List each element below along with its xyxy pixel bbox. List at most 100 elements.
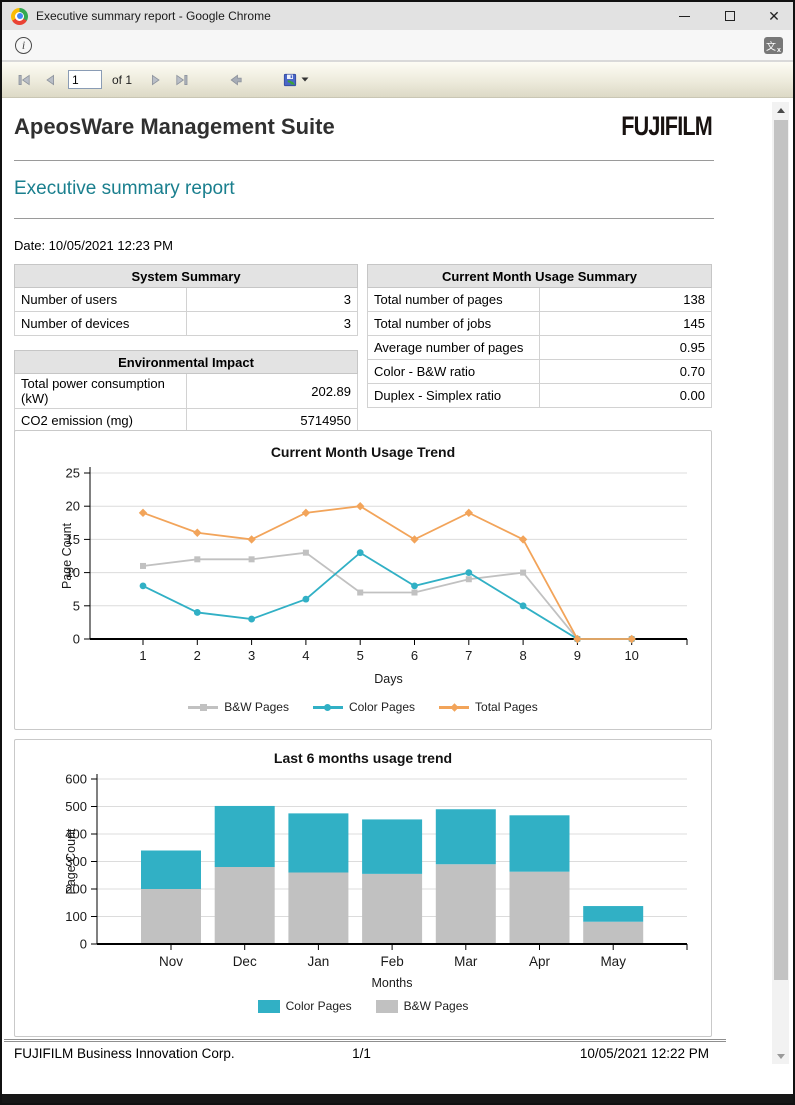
legend-item: B&W Pages bbox=[376, 999, 469, 1013]
row-label: Total number of jobs bbox=[368, 312, 540, 336]
window-bottom-border bbox=[2, 1094, 793, 1103]
svg-text:10: 10 bbox=[624, 648, 638, 663]
vertical-scrollbar[interactable] bbox=[772, 102, 789, 1064]
report-title: Executive summary report bbox=[14, 178, 235, 200]
row-label: Total number of pages bbox=[368, 288, 540, 312]
svg-text:Feb: Feb bbox=[380, 954, 403, 969]
page-info-icon[interactable]: i bbox=[15, 37, 32, 54]
svg-text:5: 5 bbox=[73, 598, 80, 613]
line-chart-title: Current Month Usage Trend bbox=[15, 444, 711, 463]
row-value: 0.70 bbox=[540, 360, 712, 384]
legend-circle-marker-icon bbox=[313, 703, 343, 712]
legend-item: Total Pages bbox=[439, 700, 538, 714]
title-bar: Executive summary report - Google Chrome… bbox=[2, 2, 793, 30]
row-label: Number of devices bbox=[15, 312, 187, 336]
table-row: CO2 emission (mg)5714950 bbox=[15, 409, 358, 433]
svg-text:25: 25 bbox=[66, 466, 80, 481]
row-value: 145 bbox=[540, 312, 712, 336]
chrome-icon bbox=[11, 8, 28, 25]
svg-text:100: 100 bbox=[65, 909, 87, 924]
svg-text:Apr: Apr bbox=[529, 954, 551, 969]
window-title: Executive summary report - Google Chrome bbox=[36, 9, 271, 23]
legend-label: B&W Pages bbox=[224, 700, 289, 714]
fujifilm-logo: FUJIFILM bbox=[576, 111, 712, 142]
legend-item: Color Pages bbox=[313, 700, 415, 714]
svg-text:5: 5 bbox=[357, 648, 364, 663]
svg-text:9: 9 bbox=[574, 648, 581, 663]
minimize-icon bbox=[679, 16, 690, 17]
table-row: Total power consumption (kW)202.89 bbox=[15, 374, 358, 409]
svg-text:Mar: Mar bbox=[454, 954, 478, 969]
export-button[interactable] bbox=[282, 72, 309, 88]
svg-text:7: 7 bbox=[465, 648, 472, 663]
legend-swatch-icon bbox=[258, 1000, 280, 1013]
svg-text:500: 500 bbox=[65, 799, 87, 814]
close-icon: ✕ bbox=[768, 9, 780, 23]
next-page-button[interactable] bbox=[148, 72, 164, 88]
info-bar: i 文x bbox=[2, 30, 793, 62]
svg-text:May: May bbox=[600, 954, 626, 969]
table-row: Total number of pages138 bbox=[368, 288, 712, 312]
svg-text:Page Count: Page Count bbox=[60, 522, 74, 589]
svg-text:Dec: Dec bbox=[233, 954, 257, 969]
app-title: ApeosWare Management Suite bbox=[14, 114, 335, 140]
table-row: Color - B&W ratio0.70 bbox=[368, 360, 712, 384]
svg-text:Months: Months bbox=[372, 976, 413, 990]
report-date: Date: 10/05/2021 12:23 PM bbox=[14, 238, 173, 253]
back-to-parent-button[interactable] bbox=[228, 72, 244, 88]
minimize-button[interactable] bbox=[667, 2, 701, 30]
row-label: Average number of pages bbox=[368, 336, 540, 360]
last-page-button[interactable] bbox=[174, 72, 190, 88]
svg-text:3: 3 bbox=[248, 648, 255, 663]
legend-label: Total Pages bbox=[475, 700, 538, 714]
divider bbox=[14, 218, 714, 219]
svg-text:Jan: Jan bbox=[308, 954, 330, 969]
row-value: 3 bbox=[186, 288, 358, 312]
page-footer: FUJIFILM Business Innovation Corp. 1/1 1… bbox=[14, 1046, 709, 1061]
footer-timestamp: 10/05/2021 12:22 PM bbox=[477, 1046, 709, 1061]
translate-icon[interactable]: 文x bbox=[764, 37, 783, 54]
row-value: 0.00 bbox=[540, 384, 712, 408]
svg-text:0: 0 bbox=[80, 937, 87, 952]
svg-text:6: 6 bbox=[411, 648, 418, 663]
legend-swatch-icon bbox=[376, 1000, 398, 1013]
row-value: 3 bbox=[186, 312, 358, 336]
svg-text:0: 0 bbox=[73, 632, 80, 647]
svg-text:Page Count: Page Count bbox=[64, 828, 78, 895]
previous-page-button[interactable] bbox=[42, 72, 58, 88]
row-value: 0.95 bbox=[540, 336, 712, 360]
legend-square-marker-icon bbox=[188, 703, 218, 712]
current-month-usage-table: Current Month Usage SummaryTotal number … bbox=[367, 264, 712, 408]
table-title: Current Month Usage Summary bbox=[368, 265, 712, 288]
svg-text:Nov: Nov bbox=[159, 954, 183, 969]
close-button[interactable]: ✕ bbox=[757, 2, 791, 30]
svg-text:20: 20 bbox=[66, 499, 80, 514]
maximize-button[interactable] bbox=[713, 2, 747, 30]
svg-text:8: 8 bbox=[519, 648, 526, 663]
scrollbar-thumb[interactable] bbox=[774, 120, 788, 980]
scroll-up-button[interactable] bbox=[772, 102, 789, 118]
row-value: 5714950 bbox=[186, 409, 358, 433]
scroll-up-icon bbox=[777, 108, 785, 113]
row-value: 138 bbox=[540, 288, 712, 312]
row-label: Color - B&W ratio bbox=[368, 360, 540, 384]
row-value: 202.89 bbox=[186, 374, 358, 409]
table-row: Number of users3 bbox=[15, 288, 358, 312]
legend-label: Color Pages bbox=[286, 999, 352, 1013]
table-title: Environmental Impact bbox=[15, 351, 358, 374]
report-toolbar: of 1 bbox=[2, 62, 793, 98]
maximize-icon bbox=[725, 11, 735, 21]
scroll-down-button[interactable] bbox=[772, 1048, 789, 1064]
line-chart-legend: B&W Pages Color Pages Total Pages bbox=[15, 700, 711, 714]
page-number-input[interactable] bbox=[68, 70, 102, 89]
row-label: Number of users bbox=[15, 288, 187, 312]
table-row: Total number of jobs145 bbox=[368, 312, 712, 336]
save-export-icon bbox=[282, 72, 298, 88]
row-label: Total power consumption (kW) bbox=[15, 374, 187, 409]
divider bbox=[14, 160, 714, 161]
bar-chart-title: Last 6 months usage trend bbox=[15, 750, 711, 768]
first-page-button[interactable] bbox=[16, 72, 32, 88]
table-row: Average number of pages0.95 bbox=[368, 336, 712, 360]
svg-text:2: 2 bbox=[194, 648, 201, 663]
legend-label: Color Pages bbox=[349, 700, 415, 714]
